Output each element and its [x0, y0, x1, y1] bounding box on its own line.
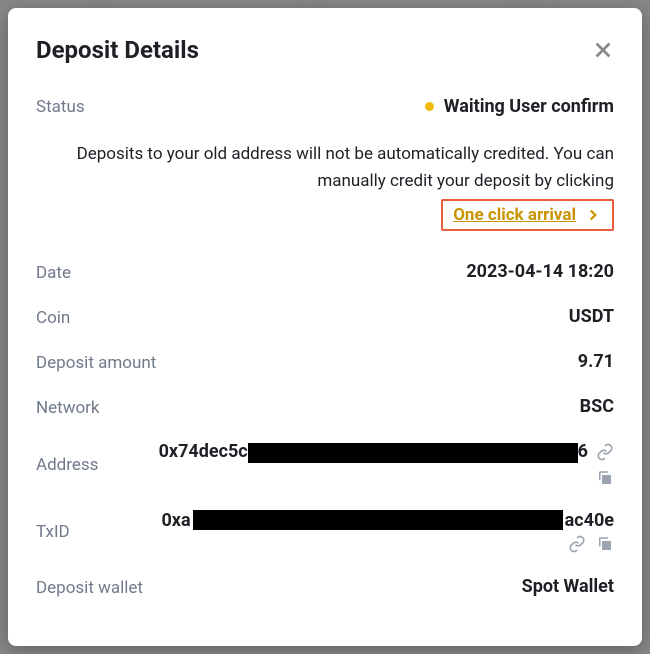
- coin-value: USDT: [569, 306, 614, 327]
- chevron-right-icon: [584, 206, 602, 224]
- wallet-value: Spot Wallet: [522, 576, 614, 597]
- address-link-button[interactable]: [596, 443, 614, 461]
- address-row: Address 0x74dec5c 6: [36, 441, 614, 486]
- status-dot-icon: [425, 102, 434, 111]
- txid-redacted: [193, 510, 563, 530]
- modal-header: Deposit Details: [36, 36, 614, 64]
- txid-prefix: 0xa: [161, 510, 190, 531]
- status-value: Waiting User confirm: [425, 96, 614, 117]
- close-button[interactable]: [592, 39, 614, 61]
- txid-link-button[interactable]: [568, 535, 586, 553]
- address-suffix: 6: [578, 441, 588, 462]
- status-label: Status: [36, 97, 85, 117]
- copy-icon: [596, 535, 614, 553]
- network-label: Network: [36, 396, 100, 418]
- link-icon: [596, 443, 614, 461]
- date-label: Date: [36, 261, 71, 283]
- txid-suffix: ac40e: [565, 510, 614, 531]
- coin-label: Coin: [36, 306, 70, 328]
- txid-label: TxID: [36, 520, 70, 542]
- detail-rows: Date 2023-04-14 18:20 Coin USDT Deposit …: [36, 261, 614, 597]
- network-value: BSC: [580, 396, 614, 417]
- txid-copy-button[interactable]: [596, 535, 614, 553]
- one-click-arrival-box: One click arrival: [441, 199, 614, 231]
- status-row: Status Waiting User confirm: [36, 96, 614, 117]
- address-redacted: [248, 443, 578, 463]
- amount-value: 9.71: [578, 351, 614, 372]
- address-value-block: 0x74dec5c 6: [159, 441, 614, 486]
- close-icon: [592, 39, 614, 61]
- txid-row: TxID 0xa ac40e: [36, 510, 614, 553]
- modal-title: Deposit Details: [36, 36, 199, 64]
- address-copy-button[interactable]: [596, 469, 614, 487]
- deposit-details-modal: Deposit Details Status Waiting User conf…: [8, 8, 642, 646]
- copy-icon: [596, 469, 614, 487]
- amount-label: Deposit amount: [36, 351, 156, 373]
- address-prefix: 0x74dec5c: [159, 441, 248, 462]
- date-value: 2023-04-14 18:20: [466, 261, 614, 282]
- wallet-label: Deposit wallet: [36, 576, 143, 598]
- date-row: Date 2023-04-14 18:20: [36, 261, 614, 283]
- wallet-row: Deposit wallet Spot Wallet: [36, 576, 614, 598]
- txid-value-block: 0xa ac40e: [161, 510, 614, 553]
- coin-row: Coin USDT: [36, 306, 614, 328]
- one-click-arrival-link[interactable]: One click arrival: [453, 205, 576, 225]
- address-label: Address: [36, 453, 98, 475]
- network-row: Network BSC: [36, 396, 614, 418]
- status-text: Waiting User confirm: [444, 96, 614, 117]
- link-icon: [568, 535, 586, 553]
- notice-block: Deposits to your old address will not be…: [36, 141, 614, 231]
- amount-row: Deposit amount 9.71: [36, 351, 614, 373]
- notice-text: Deposits to your old address will not be…: [36, 141, 614, 195]
